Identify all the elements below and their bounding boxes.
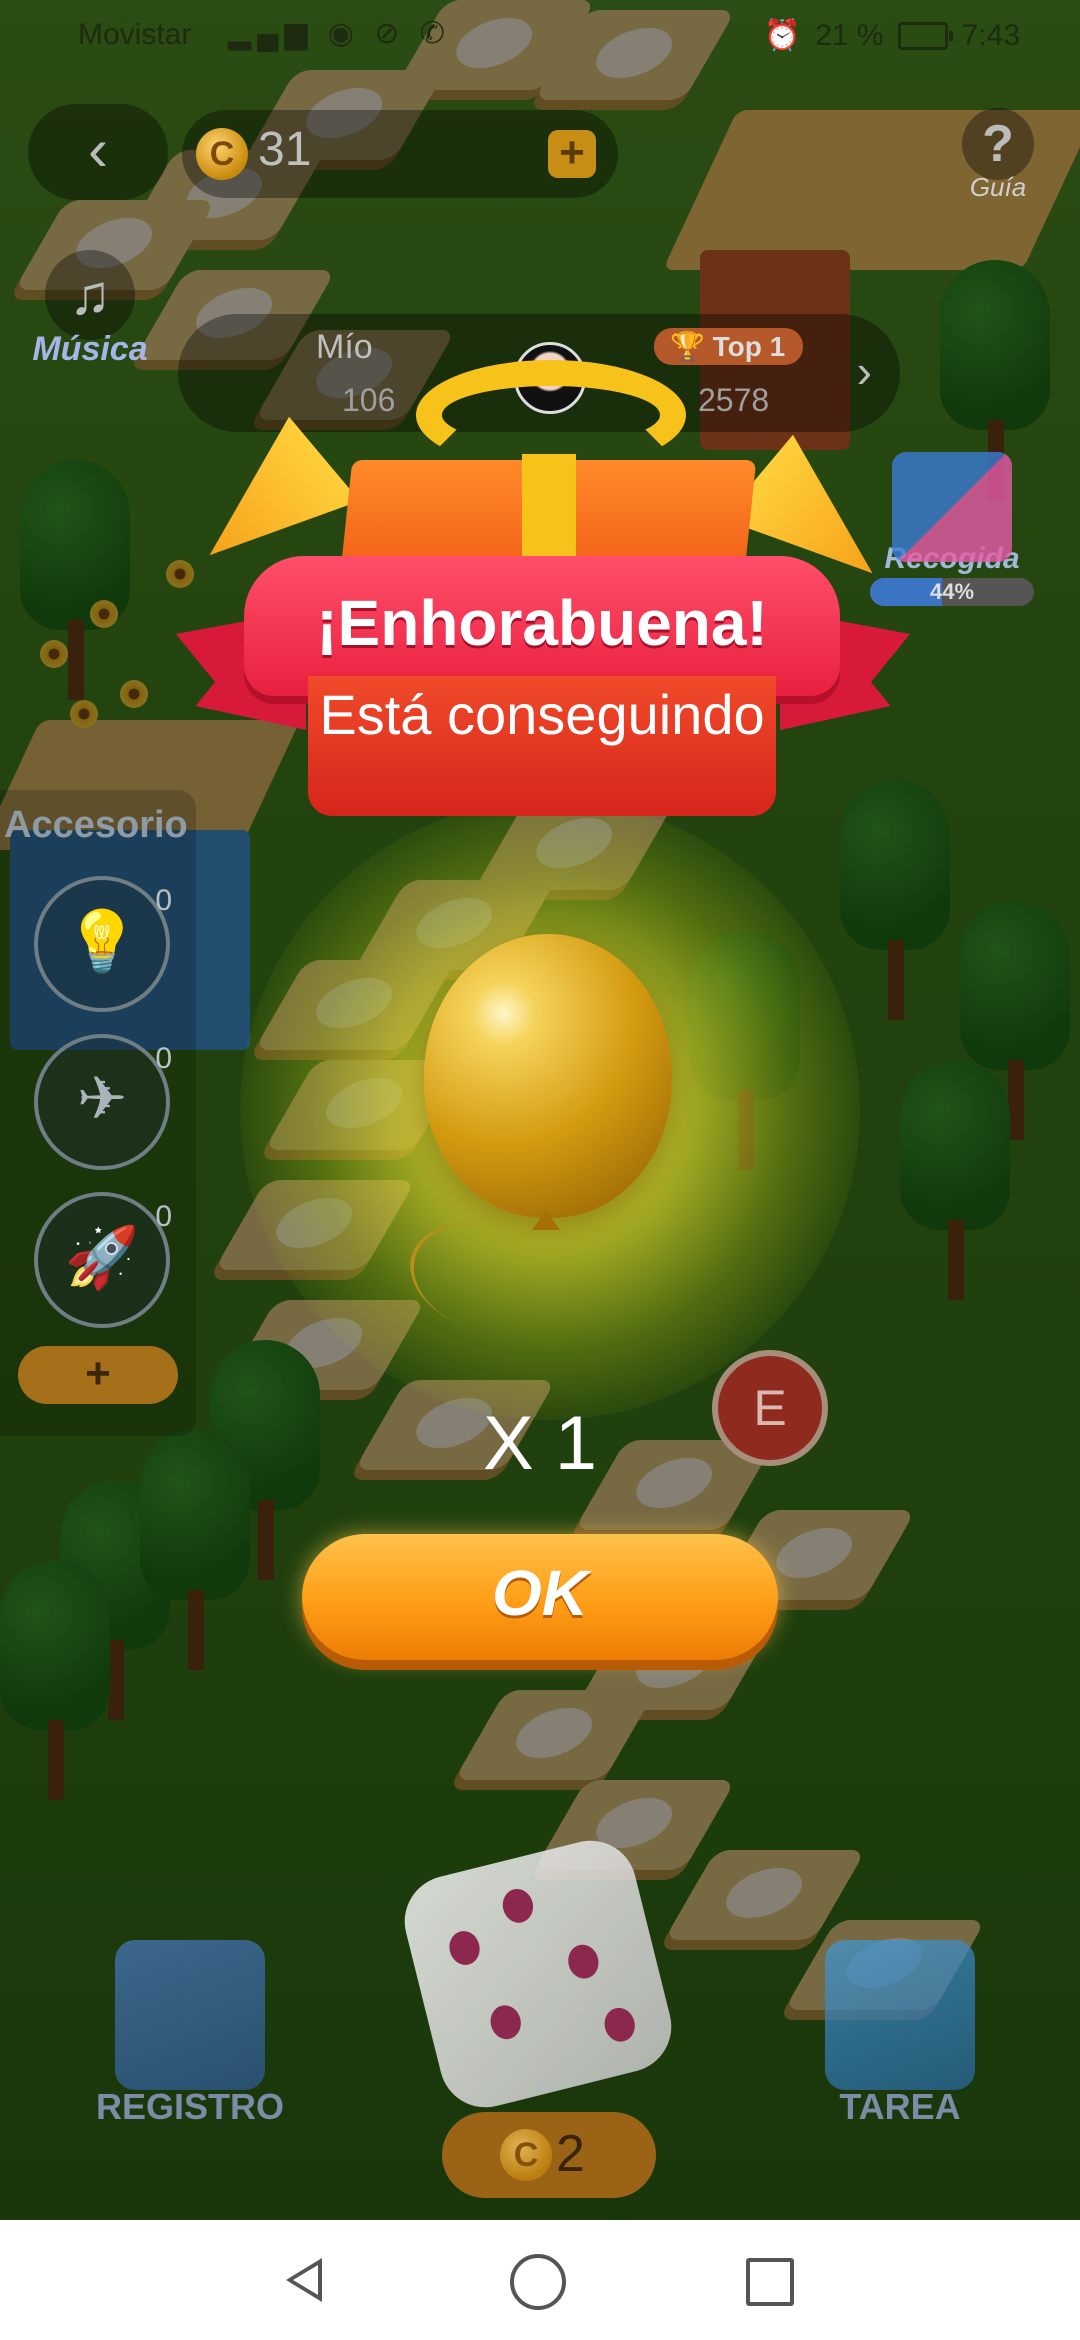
collection-button[interactable]: Recogida 44% bbox=[870, 452, 1034, 606]
system-nav-bar bbox=[0, 2220, 1080, 2340]
nav-home-icon[interactable] bbox=[510, 2254, 566, 2310]
shoe-icon: ✈ bbox=[76, 1065, 128, 1132]
tarea-label: TAREA bbox=[839, 2086, 961, 2127]
top-score: 2578 bbox=[698, 382, 770, 418]
registro-label: REGISTRO bbox=[95, 2086, 284, 2127]
dice-pip bbox=[601, 2004, 639, 2045]
back-button[interactable]: ‹ bbox=[28, 104, 168, 200]
music-label: Música bbox=[32, 330, 148, 368]
clock: 7:43 bbox=[961, 18, 1020, 52]
chevron-right-icon: › bbox=[856, 345, 872, 397]
status-right: ⏰ 21 % 7:43 bbox=[764, 18, 1020, 53]
coin-count: 31 bbox=[258, 123, 312, 176]
dice-pip bbox=[445, 1927, 484, 1969]
rocket-icon: 🚀 bbox=[64, 1224, 140, 1291]
dice-pip bbox=[499, 1885, 537, 1926]
accessory-count: 0 bbox=[155, 1042, 172, 1075]
collection-progress: 44% bbox=[870, 578, 1034, 606]
reward-quantity: X 1 bbox=[482, 1401, 598, 1486]
collection-percent: 44% bbox=[929, 579, 975, 604]
roll-cost-badge: C 2 bbox=[442, 2112, 656, 2198]
lightbulb-icon: 💡 bbox=[64, 908, 140, 975]
battery-percent: 21 % bbox=[815, 18, 884, 52]
gift-bow bbox=[416, 360, 686, 470]
coin-balance: C 31 + bbox=[182, 110, 618, 198]
help-icon: ? bbox=[962, 108, 1034, 180]
nav-recents-icon[interactable] bbox=[746, 2258, 794, 2306]
task-book-icon bbox=[825, 1940, 975, 2090]
tarea-button[interactable]: TAREA bbox=[800, 1940, 1000, 2128]
status-bar: Movistar ▂▄▆ ◉ ⊘ ✆ ⏰ 21 % 7:43 bbox=[0, 0, 1080, 72]
my-score: 106 bbox=[342, 382, 396, 418]
accessory-panel: Accesorio 💡 0 ✈ 0 🚀 0 + bbox=[0, 790, 196, 1436]
notebook-icon bbox=[115, 1940, 265, 2090]
top-rank-badge: 🏆 Top 1 bbox=[654, 328, 804, 365]
accessory-slot-shoe[interactable]: ✈ 0 bbox=[34, 1034, 172, 1170]
accessory-slot-rocket[interactable]: 🚀 0 bbox=[34, 1192, 172, 1328]
player-token: E bbox=[712, 1350, 828, 1466]
ok-button[interactable]: OK bbox=[302, 1534, 778, 1660]
ok-label: OK bbox=[492, 1557, 588, 1629]
carrier-name: Movistar bbox=[78, 18, 192, 51]
dice-pip bbox=[487, 2002, 525, 2043]
music-note-icon: ♫ bbox=[45, 250, 135, 340]
guide-button[interactable]: ? Guía bbox=[952, 108, 1044, 203]
coin-icon: C bbox=[500, 2129, 552, 2181]
top-rank-label: Top 1 bbox=[712, 331, 786, 362]
buy-coins-button[interactable]: + bbox=[548, 130, 596, 178]
accessory-slot-lightbulb[interactable]: 💡 0 bbox=[34, 876, 172, 1012]
coin-icon: C bbox=[196, 128, 248, 180]
accessory-count: 0 bbox=[155, 884, 172, 917]
add-accessory-button[interactable]: + bbox=[18, 1346, 178, 1404]
nav-back-icon[interactable] bbox=[280, 2250, 340, 2310]
alarm-icon: ⏰ bbox=[763, 19, 802, 52]
battery-icon bbox=[897, 21, 953, 50]
reward-subtitle: Está conseguindo bbox=[319, 683, 765, 746]
puzzle-icon bbox=[892, 452, 1012, 562]
registro-button[interactable]: REGISTRO bbox=[90, 1940, 290, 2128]
congrats-title: ¡Enhorabuena! bbox=[316, 587, 768, 659]
music-button[interactable]: ♫ Música bbox=[20, 250, 160, 369]
roll-count: 2 bbox=[556, 2125, 585, 2183]
my-rank-label: Mío bbox=[316, 328, 373, 366]
accessory-title: Accesorio bbox=[4, 804, 188, 846]
accessory-count: 0 bbox=[155, 1200, 172, 1233]
golden-balloon-icon bbox=[424, 934, 672, 1218]
signal-wifi-icons: ▂▄▆ ◉ ⊘ ✆ bbox=[228, 17, 451, 50]
dice-pip bbox=[564, 1941, 603, 1982]
guide-label: Guía bbox=[969, 172, 1027, 202]
